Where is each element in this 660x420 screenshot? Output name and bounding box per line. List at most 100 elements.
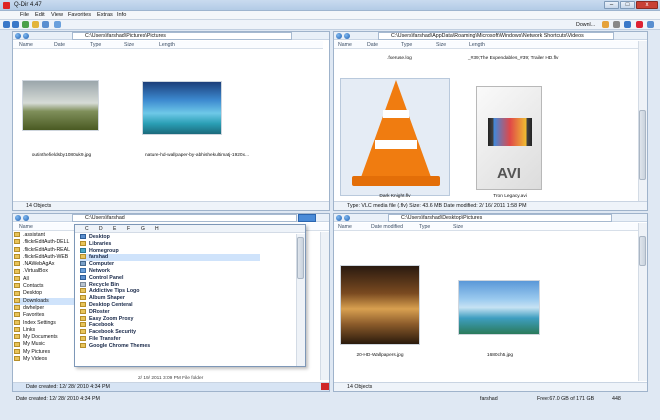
pane-tl-address[interactable]: C:\Users\farshad\Pictures\Pictures xyxy=(72,32,292,40)
dropdown-item[interactable]: Addictive Tips Logo xyxy=(80,288,260,295)
pane-close-icon[interactable] xyxy=(321,383,329,390)
pane-tr-address[interactable]: C:\Users\farshad\AppData\Roaming\Microso… xyxy=(378,32,614,40)
drive-e[interactable]: E xyxy=(113,225,116,233)
dropdown-item[interactable]: Google Chrome Themes xyxy=(80,343,260,350)
file-label[interactable]: outinthefieldsby1080uk9.jpg xyxy=(14,153,109,158)
menu-edit[interactable]: Edit xyxy=(35,11,45,20)
settings-icon[interactable] xyxy=(613,21,620,28)
list-item[interactable]: My Pictures xyxy=(14,349,74,356)
list-item[interactable]: My Documents xyxy=(14,334,74,341)
drive-h[interactable]: H xyxy=(155,225,159,233)
pane-bl-forward-icon[interactable] xyxy=(23,215,29,221)
drive-g[interactable]: G xyxy=(141,225,145,233)
pane-tl-forward-icon[interactable] xyxy=(23,33,29,39)
pane-br-back-icon[interactable] xyxy=(336,215,342,221)
menu-extras[interactable]: Extras xyxy=(97,11,113,20)
pane-bl-scrollbar[interactable] xyxy=(320,232,329,380)
dropdown-scroll-thumb[interactable] xyxy=(297,237,304,279)
list-item[interactable]: Index Settings xyxy=(14,320,74,327)
minimize-button[interactable]: – xyxy=(604,1,619,9)
maximize-button[interactable]: □ xyxy=(620,1,635,9)
list-item[interactable]: .flickrEditAuth-DELL xyxy=(14,239,74,246)
file-label[interactable]: nature-hd-wallpaper-by-abhishekultimatj-… xyxy=(136,153,258,158)
thumb-autumn-road[interactable] xyxy=(340,265,420,345)
list-item[interactable]: Desktop xyxy=(14,290,74,297)
file-label[interactable]: 20-HD-Wallpapers.jpg xyxy=(335,353,425,358)
list-item[interactable]: dwhelper xyxy=(14,305,74,312)
dropdown-item[interactable]: Computer xyxy=(80,261,260,268)
col-date[interactable]: Date xyxy=(54,41,65,49)
col-name[interactable]: Name xyxy=(19,223,33,231)
col-date[interactable]: Date xyxy=(367,41,378,49)
view-icon[interactable] xyxy=(54,21,61,28)
drive-f[interactable]: F xyxy=(127,225,130,233)
col-size[interactable]: Size xyxy=(436,41,446,49)
dropdown-item[interactable]: Desktop Centeral xyxy=(80,302,260,309)
file-label[interactable]: .fxeruse.log xyxy=(387,56,412,61)
list-item-selected[interactable]: Downloads xyxy=(14,297,74,305)
close-button[interactable]: x xyxy=(636,1,658,9)
dropdown-item[interactable]: Desktop xyxy=(80,234,260,241)
download-menu[interactable]: Downl... xyxy=(576,21,595,29)
col-size[interactable]: Size xyxy=(453,223,463,231)
pane-tr-forward-icon[interactable] xyxy=(344,33,350,39)
list-item[interactable]: My Videos xyxy=(14,356,74,363)
pane-br-address[interactable]: C:\Users\farshad\Desktop\Pictures xyxy=(388,214,612,222)
col-type[interactable]: Type xyxy=(90,41,101,49)
thumb-field[interactable] xyxy=(22,80,99,131)
dropdown-item[interactable]: Control Panel xyxy=(80,275,260,282)
up-icon[interactable] xyxy=(22,21,29,28)
thumb-lake[interactable] xyxy=(458,280,540,335)
layout-icon[interactable] xyxy=(42,21,49,28)
pane-bl-address[interactable]: C:\Users\farshad xyxy=(72,214,297,222)
col-name[interactable]: Name xyxy=(338,41,352,49)
pane-br-scroll-thumb[interactable] xyxy=(639,236,646,266)
dropdown-item[interactable]: Recycle Bin xyxy=(80,282,260,289)
dropdown-item[interactable]: DRoster xyxy=(80,309,260,316)
col-date-modified[interactable]: Date modified xyxy=(371,223,403,231)
exit-icon[interactable] xyxy=(636,21,643,28)
col-type[interactable]: Type xyxy=(401,41,412,49)
info-icon[interactable] xyxy=(647,21,654,28)
dropdown-item[interactable]: Libraries xyxy=(80,241,260,248)
list-item[interactable]: .VirtualBox xyxy=(14,268,74,275)
list-item[interactable]: .assistant xyxy=(14,232,74,239)
list-item[interactable]: My Music xyxy=(14,341,74,348)
list-item[interactable]: .NAWebAgAx xyxy=(14,261,74,268)
list-item[interactable]: Contacts xyxy=(14,283,74,290)
list-item[interactable]: .flickrEditAuth-WEB xyxy=(14,254,74,261)
col-type[interactable]: Type xyxy=(419,223,430,231)
forward-icon[interactable] xyxy=(12,21,19,28)
list-item[interactable]: Links xyxy=(14,327,74,334)
dropdown-item[interactable]: Facebook Security xyxy=(80,329,260,336)
pane-tr-scroll-thumb[interactable] xyxy=(639,110,646,180)
view-toggle-button[interactable] xyxy=(298,214,316,222)
col-name[interactable]: Name xyxy=(338,223,352,231)
file-label[interactable]: Dark Knight.flv xyxy=(340,194,450,199)
col-name[interactable]: Name xyxy=(19,41,33,49)
favorites-icon[interactable] xyxy=(602,21,609,28)
file-label[interactable]: _#39;The Expendables_#39; Trailer HD.flv xyxy=(468,56,558,61)
file-label[interactable]: Tron Legacy.avi xyxy=(470,194,550,199)
list-item[interactable]: .flickrEditAuth-REAL xyxy=(14,247,74,254)
dropdown-item[interactable]: Easy Zoom Proxy xyxy=(80,316,260,323)
pane-tl-back-icon[interactable] xyxy=(15,33,21,39)
menu-file[interactable]: File xyxy=(20,11,29,20)
pane-bl-back-icon[interactable] xyxy=(15,215,21,221)
dropdown-item[interactable]: Homegroup xyxy=(80,248,260,255)
col-size[interactable]: Size xyxy=(124,41,134,49)
col-length[interactable]: Length xyxy=(469,41,485,49)
help-icon[interactable] xyxy=(624,21,631,28)
menu-view[interactable]: View xyxy=(51,11,63,20)
back-icon[interactable] xyxy=(3,21,10,28)
dropdown-item[interactable]: Facebook xyxy=(80,322,260,329)
menu-favorites[interactable]: Favorites xyxy=(68,11,91,20)
drive-c[interactable]: C xyxy=(85,225,89,233)
dropdown-item-selected[interactable]: farshad xyxy=(80,254,260,262)
dropdown-item[interactable]: File Transfer xyxy=(80,336,260,343)
thumb-pier[interactable] xyxy=(142,81,222,135)
dropdown-item[interactable]: Album Shaper xyxy=(80,295,260,302)
file-label[interactable]: 1680ch5.jpg xyxy=(455,353,545,358)
pane-br-forward-icon[interactable] xyxy=(344,215,350,221)
col-length[interactable]: Length xyxy=(159,41,175,49)
